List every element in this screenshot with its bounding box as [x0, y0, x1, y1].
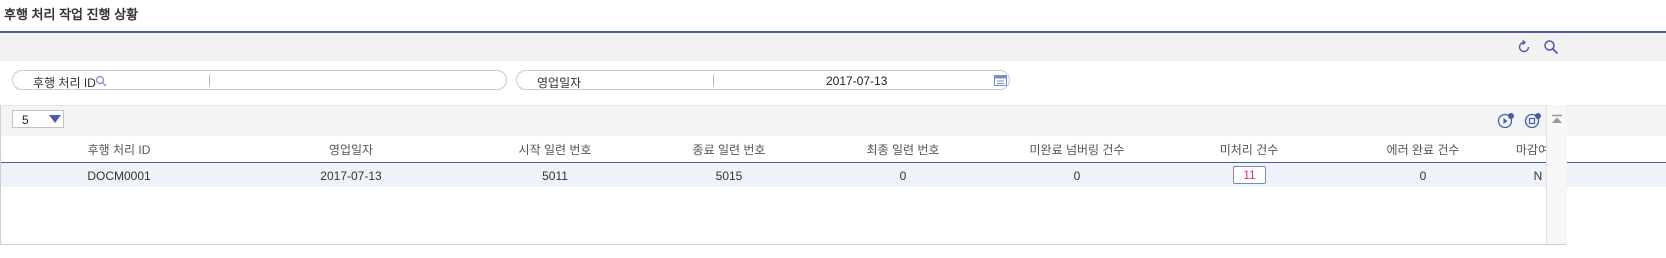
post-process-id-label: 후행 처리 ID: [33, 76, 96, 90]
calendar-icon[interactable]: [994, 74, 1007, 86]
column-header-id[interactable]: 후행 처리 ID: [88, 141, 151, 158]
cell-date: 2017-07-13: [320, 169, 382, 183]
export-settings-icon[interactable]: [1524, 112, 1542, 130]
field-separator: [209, 75, 210, 86]
business-date-input[interactable]: 2017-07-13: [826, 74, 887, 88]
scroll-top-icon[interactable]: [1551, 114, 1563, 126]
grid-bottom-border: [0, 244, 1566, 245]
magnifier-icon[interactable]: [95, 75, 107, 87]
column-header-date[interactable]: 영업일자: [329, 141, 373, 158]
column-header-unprocessed-count[interactable]: 미처리 건수: [1220, 141, 1279, 158]
play-settings-icon[interactable]: [1497, 112, 1515, 130]
chevron-down-icon: [49, 115, 61, 123]
cell-start-serial: 5011: [542, 169, 568, 183]
business-date-label: 영업일자: [537, 76, 582, 90]
search-icon[interactable]: [1543, 39, 1559, 55]
cell-last-serial: 0: [899, 169, 907, 183]
cell-error-count: 0: [1419, 169, 1427, 183]
unprocessed-count-link[interactable]: 11: [1233, 166, 1266, 184]
column-header-incomplete-count[interactable]: 미완료 넘버링 건수: [1030, 141, 1125, 158]
page-title: 후행 처리 작업 진행 상황: [4, 7, 139, 22]
cell-end-serial: 5015: [715, 169, 743, 183]
grid-left-border: [0, 105, 1, 245]
business-date-field[interactable]: 영업일자 2017-07-13: [516, 70, 1010, 90]
refresh-icon[interactable]: [1516, 39, 1532, 55]
toolbar: [0, 33, 1666, 61]
column-header-last-serial[interactable]: 최종 일련 번호: [867, 141, 940, 158]
vertical-scrollbar[interactable]: [1546, 105, 1567, 245]
column-header-end-serial[interactable]: 종료 일련 번호: [693, 141, 766, 158]
cell-closed: N: [1533, 169, 1543, 183]
grid-toolbar: [0, 105, 1666, 136]
cell-id: DOCM0001: [87, 169, 151, 183]
page-size-value: 5: [22, 113, 29, 127]
post-process-id-field[interactable]: 후행 처리 ID: [12, 70, 507, 90]
cell-incomplete-count: 0: [1073, 169, 1081, 183]
page-size-select[interactable]: 5: [12, 110, 64, 128]
table-row[interactable]: [0, 163, 1666, 187]
column-header-start-serial[interactable]: 시작 일련 번호: [519, 141, 592, 158]
field-separator: [713, 75, 714, 86]
column-header-error-count[interactable]: 에러 완료 건수: [1387, 141, 1460, 158]
